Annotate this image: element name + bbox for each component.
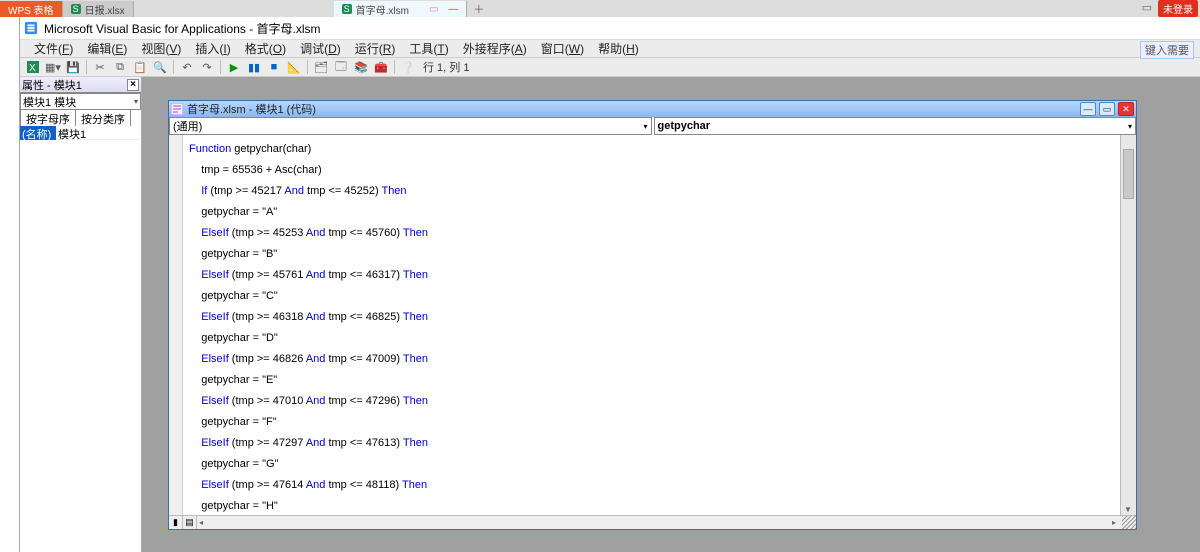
properties-pane: 属性 - 模块1 × 模块1 模块▾ 按字母序 按分类序 (名称) 模块1	[20, 77, 142, 552]
properties-close-button[interactable]: ×	[127, 79, 139, 91]
tab-wps[interactable]: WPS 表格	[0, 1, 63, 17]
vba-app-icon	[24, 21, 38, 35]
app-tabs: WPS 表格 S日报.xlsx S首字母.xlsm▭— ＋ ▭ 未登录	[0, 0, 1200, 17]
menu-debug[interactable]: 调试(D)	[294, 39, 347, 58]
view-excel-icon[interactable]: X	[24, 58, 42, 76]
login-button[interactable]: 未登录	[1158, 0, 1198, 17]
run-icon[interactable]: ▶	[225, 58, 243, 76]
code-margin	[169, 135, 183, 515]
menu-insert[interactable]: 插入(I)	[189, 39, 236, 58]
properties-icon[interactable]: 🗔	[332, 58, 350, 76]
menu-format[interactable]: 格式(O)	[239, 39, 292, 58]
window-restore-icon[interactable]: ▭	[1140, 0, 1154, 14]
save-icon[interactable]: 💾	[64, 58, 82, 76]
chevron-down-icon: ▾	[643, 122, 647, 131]
tab-file-1[interactable]: S日报.xlsx	[63, 1, 134, 17]
tab-file-2[interactable]: S首字母.xlsm▭—	[334, 1, 468, 17]
procedure-view-button[interactable]: ▮	[169, 516, 183, 529]
cursor-position: 行 1, 列 1	[419, 59, 473, 75]
paste-icon[interactable]: 📋	[131, 58, 149, 76]
cut-icon[interactable]: ✂	[91, 58, 109, 76]
code-window: 首字母.xlsm - 模块1 (代码) — ▭ ✕ (通用)▾ getpycha…	[168, 100, 1137, 530]
vba-titlebar: Microsoft Visual Basic for Applications …	[20, 17, 1200, 39]
chevron-down-icon: ▾	[134, 97, 138, 106]
svg-text:X: X	[29, 63, 36, 74]
properties-titlebar: 属性 - 模块1 ×	[20, 77, 141, 93]
properties-tabs: 按字母序 按分类序	[20, 110, 141, 126]
menu-addins[interactable]: 外接程序(A)	[457, 39, 533, 58]
code-text[interactable]: Function getpychar(char) tmp = 65536 + A…	[183, 135, 1120, 515]
menu-edit[interactable]: 编辑(E)	[81, 39, 133, 58]
menu-window[interactable]: 窗口(W)	[535, 39, 590, 58]
toolbox-icon[interactable]: 🧰	[372, 58, 390, 76]
help-icon[interactable]: ❔	[399, 58, 417, 76]
code-window-title-text: 首字母.xlsm - 模块1 (代码)	[187, 101, 316, 117]
insert-module-icon[interactable]: ▦▾	[44, 58, 62, 76]
module-icon	[171, 103, 183, 115]
object-browser-icon[interactable]: 📚	[352, 58, 370, 76]
horizontal-scrollbar[interactable]: ◂ ▸	[197, 518, 1118, 527]
undo-icon[interactable]: ↶	[178, 58, 196, 76]
redo-icon[interactable]: ↷	[198, 58, 216, 76]
menu-help[interactable]: 帮助(H)	[592, 39, 645, 58]
copy-icon[interactable]: ⧉	[111, 58, 129, 76]
minimize-button[interactable]: —	[1080, 102, 1096, 116]
vba-toolbar: X ▦▾ 💾 ✂ ⧉ 📋 🔍 ↶ ↷ ▶ ▮▮ ■ 📐 🗂 🗔 📚 🧰 ❔ 行 …	[20, 57, 1200, 77]
menu-file[interactable]: 文件(F)	[28, 39, 79, 58]
close-button[interactable]: ✕	[1118, 102, 1134, 116]
vba-menubar: 文件(F) 编辑(E) 视图(V) 插入(I) 格式(O) 调试(D) 运行(R…	[20, 39, 1200, 57]
help-search-input[interactable]: 键入需要	[1140, 41, 1194, 59]
menu-run[interactable]: 运行(R)	[349, 39, 402, 58]
object-selector-combo[interactable]: 模块1 模块▾	[20, 93, 141, 110]
resize-handle[interactable]	[1122, 516, 1136, 529]
add-tab-button[interactable]: ＋	[467, 1, 490, 17]
code-window-titlebar[interactable]: 首字母.xlsm - 模块1 (代码) — ▭ ✕	[169, 101, 1136, 117]
property-name: (名称)	[20, 126, 56, 140]
pause-icon[interactable]: ▮▮	[245, 58, 263, 76]
property-row[interactable]: (名称) 模块1	[20, 126, 141, 140]
procedure-combo[interactable]: getpychar▾	[654, 117, 1137, 135]
object-combo[interactable]: (通用)▾	[169, 117, 652, 135]
menu-view[interactable]: 视图(V)	[135, 39, 187, 58]
mdi-area: 首字母.xlsm - 模块1 (代码) — ▭ ✕ (通用)▾ getpycha…	[142, 77, 1200, 552]
properties-grid: (名称) 模块1	[20, 126, 141, 552]
code-editor[interactable]: Function getpychar(char) tmp = 65536 + A…	[169, 135, 1136, 515]
vertical-scrollbar[interactable]	[1120, 135, 1136, 515]
find-icon[interactable]: 🔍	[151, 58, 169, 76]
property-value[interactable]: 模块1	[56, 126, 141, 140]
project-explorer-icon[interactable]: 🗂	[312, 58, 330, 76]
design-mode-icon[interactable]: 📐	[285, 58, 303, 76]
maximize-button[interactable]: ▭	[1099, 102, 1115, 116]
chevron-down-icon: ▾	[1128, 122, 1132, 131]
menu-tools[interactable]: 工具(T)	[403, 39, 454, 58]
full-module-view-button[interactable]: ▤	[183, 516, 197, 529]
vba-window: Microsoft Visual Basic for Applications …	[19, 17, 1200, 552]
stop-icon[interactable]: ■	[265, 58, 283, 76]
vba-title-text: Microsoft Visual Basic for Applications …	[44, 20, 321, 37]
